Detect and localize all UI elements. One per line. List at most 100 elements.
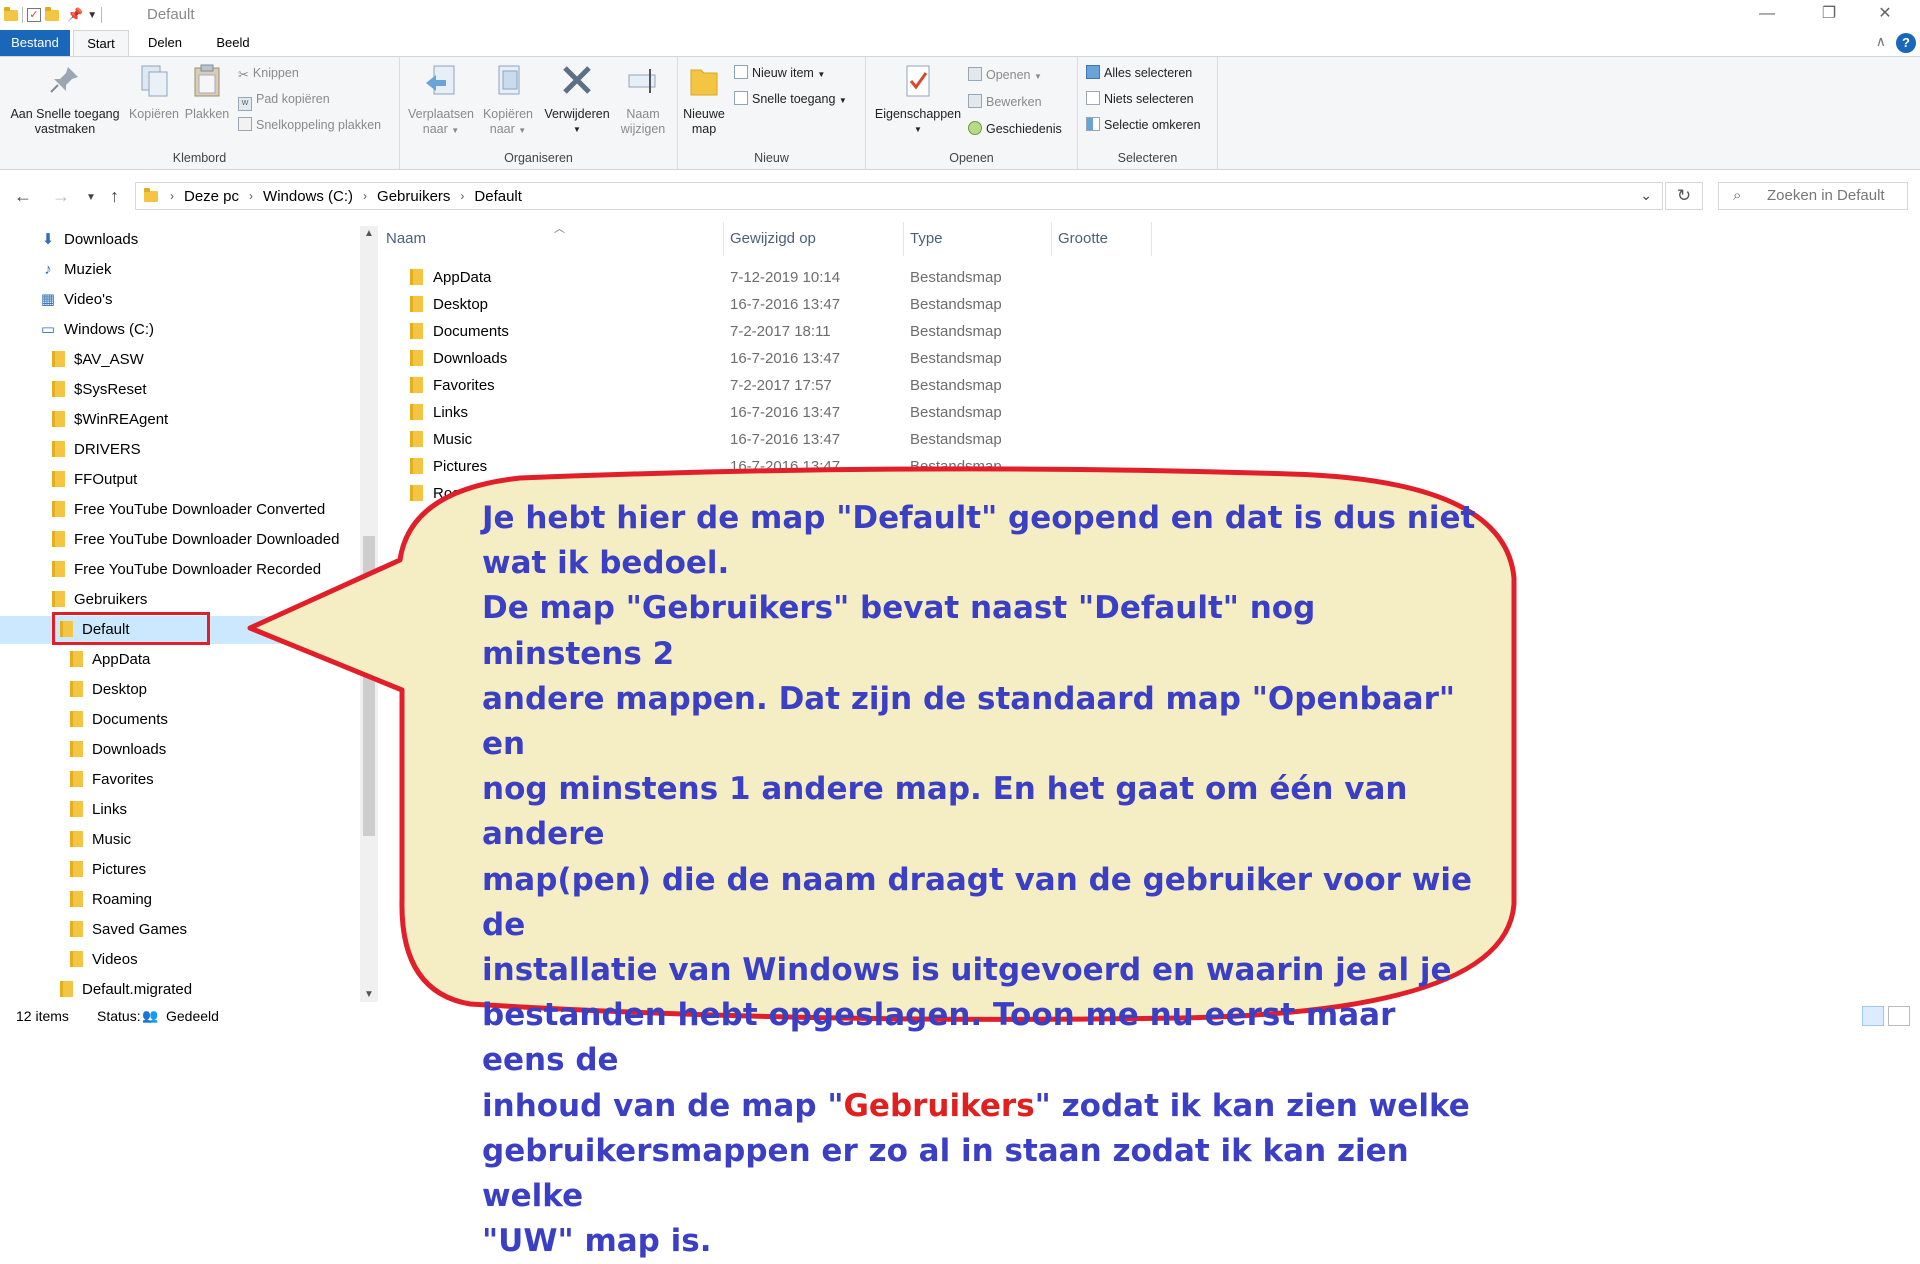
- scrollbar-thumb[interactable]: [363, 536, 375, 836]
- column-header-type[interactable]: Type: [904, 222, 1052, 256]
- column-header-naam[interactable]: Naam: [380, 222, 724, 256]
- breadcrumb-separator-icon[interactable]: ›: [456, 189, 468, 203]
- nav-item[interactable]: ▭ Windows (C:): [40, 316, 154, 344]
- group-label-organiseren: Organiseren: [504, 151, 573, 165]
- nav-item[interactable]: Saved Games: [70, 916, 187, 944]
- group-selecteren: Alles selecteren Niets selecteren Select…: [1078, 57, 1218, 169]
- details-view-button[interactable]: [1862, 1006, 1884, 1026]
- properties-button[interactable]: Eigenschappen ▼: [870, 63, 966, 137]
- nav-item[interactable]: Default.migrated: [60, 976, 192, 1002]
- column-header-grootte[interactable]: Grootte: [1052, 222, 1152, 256]
- open-button[interactable]: Openen ▼: [968, 65, 1042, 85]
- nav-item[interactable]: Pictures: [70, 856, 146, 884]
- nav-item[interactable]: Documents: [70, 706, 168, 734]
- rename-button[interactable]: Naam wijzigen: [614, 63, 672, 137]
- table-row[interactable]: Links 16-7-2016 13:47 Bestandsmap: [380, 399, 1280, 426]
- copy-button[interactable]: Kopiëren: [126, 63, 182, 122]
- nav-item[interactable]: ⬇ Downloads: [40, 226, 139, 254]
- table-row[interactable]: Pictures 16-7-2016 13:47 Bestandsmap: [380, 453, 1280, 480]
- large-icons-view-button[interactable]: [1888, 1006, 1910, 1026]
- nav-item[interactable]: AppData: [70, 646, 150, 674]
- address-bar[interactable]: › Deze pc › Windows (C:) › Gebruikers › …: [135, 182, 1663, 210]
- minimize-button[interactable]: —: [1744, 0, 1790, 30]
- table-row[interactable]: Desktop 16-7-2016 13:47 Bestandsmap: [380, 291, 1280, 318]
- nav-item[interactable]: Desktop: [70, 676, 147, 704]
- nav-item[interactable]: Music: [70, 826, 131, 854]
- easy-access-button[interactable]: Snelle toegang ▼: [734, 89, 847, 109]
- breadcrumb-windows-c[interactable]: Windows (C:): [257, 188, 359, 205]
- ribbon-tabs: Bestand Start Delen Beeld ∧ ?: [0, 30, 1920, 56]
- select-none-button[interactable]: Niets selecteren: [1086, 89, 1194, 109]
- tab-beeld[interactable]: Beeld: [208, 30, 258, 56]
- nav-item[interactable]: Downloads: [70, 736, 166, 764]
- table-row[interactable]: Favorites 7-2-2017 17:57 Bestandsmap: [380, 372, 1280, 399]
- scroll-up-arrow-icon[interactable]: ▲: [360, 228, 378, 239]
- table-row[interactable]: Documents 7-2-2017 18:11 Bestandsmap: [380, 318, 1280, 345]
- breadcrumb-separator-icon[interactable]: ›: [166, 189, 178, 203]
- history-label: Geschiedenis: [986, 122, 1062, 136]
- nav-item[interactable]: Links: [70, 796, 127, 824]
- folder-icon: [410, 485, 423, 501]
- table-row[interactable]: AppData 7-12-2019 10:14 Bestandsmap: [380, 264, 1280, 291]
- up-arrow-icon[interactable]: ↑: [110, 186, 119, 207]
- nav-item[interactable]: Favorites: [70, 766, 154, 794]
- nav-item-label: DRIVERS: [74, 441, 141, 458]
- move-to-button[interactable]: Verplaatsen naar ▼: [404, 63, 478, 138]
- table-row[interactable]: Downloads 16-7-2016 13:47 Bestandsmap: [380, 345, 1280, 372]
- breadcrumb-gebruikers[interactable]: Gebruikers: [371, 188, 456, 205]
- paste-shortcut-button[interactable]: Snelkoppeling plakken: [238, 115, 381, 135]
- properties-qat-icon[interactable]: ✓: [27, 8, 41, 22]
- new-folder-qat-icon[interactable]: [45, 6, 59, 21]
- breadcrumb-default[interactable]: Default: [468, 188, 528, 205]
- nav-item[interactable]: Gebruikers: [52, 586, 147, 614]
- nav-item[interactable]: $WinREAgent: [52, 406, 168, 434]
- column-header-gewijzigd-op[interactable]: Gewijzigd op: [724, 222, 904, 256]
- customize-qat-chevron-icon[interactable]: ▼: [87, 10, 97, 21]
- tab-start[interactable]: Start: [73, 30, 129, 56]
- invert-selection-button[interactable]: Selectie omkeren: [1086, 115, 1201, 135]
- cut-button[interactable]: ✂ Knippen: [238, 63, 299, 83]
- forward-arrow-icon[interactable]: →: [52, 186, 70, 207]
- tab-bestand[interactable]: Bestand: [0, 30, 70, 56]
- breadcrumb-deze-pc[interactable]: Deze pc: [178, 188, 245, 205]
- table-row[interactable]: Music 16-7-2016 13:47 Bestandsmap: [380, 426, 1280, 453]
- nav-item[interactable]: Free YouTube Downloader Recorded: [52, 556, 321, 584]
- callout-message: Je hebt hier de map "Default" geopend en…: [482, 496, 1482, 1264]
- paste-button[interactable]: Plakken: [182, 63, 232, 122]
- address-dropdown-chevron-icon[interactable]: ⌄: [1640, 187, 1652, 204]
- nav-item[interactable]: $AV_ASW: [52, 346, 144, 374]
- nav-item[interactable]: Free YouTube Downloader Downloaded: [52, 526, 339, 554]
- group-label-openen: Openen: [949, 151, 994, 165]
- nav-item[interactable]: Free YouTube Downloader Converted: [52, 496, 325, 524]
- maximize-button[interactable]: ❐: [1806, 0, 1852, 30]
- breadcrumb-separator-icon[interactable]: ›: [245, 189, 257, 203]
- scroll-down-arrow-icon[interactable]: ▼: [360, 989, 378, 1000]
- nav-item[interactable]: Roaming: [70, 886, 152, 914]
- navigation-scrollbar[interactable]: ▲ ▼: [360, 226, 378, 1002]
- tab-delen[interactable]: Delen: [135, 30, 195, 56]
- edit-button[interactable]: Bewerken: [968, 92, 1042, 112]
- help-button[interactable]: ?: [1896, 33, 1916, 53]
- nav-item[interactable]: DRIVERS: [52, 436, 141, 464]
- select-all-button[interactable]: Alles selecteren: [1086, 63, 1192, 83]
- collapse-ribbon-icon[interactable]: ∧: [1876, 33, 1886, 50]
- new-folder-button[interactable]: Nieuwe map: [678, 63, 730, 137]
- nav-item[interactable]: $SysReset: [52, 376, 147, 404]
- new-item-button[interactable]: Nieuw item ▼: [734, 63, 825, 83]
- refresh-button[interactable]: ↻: [1665, 182, 1703, 210]
- delete-button[interactable]: Verwijderen ▼: [540, 63, 614, 137]
- pin-quick-access-button[interactable]: Aan Snelle toegang vastmaken: [6, 63, 124, 137]
- nav-item[interactable]: Videos: [70, 946, 138, 974]
- history-button[interactable]: Geschiedenis: [968, 119, 1062, 139]
- nav-item[interactable]: ♪ Muziek: [40, 256, 111, 284]
- pin-qat-icon[interactable]: 📌: [67, 7, 83, 23]
- nav-item[interactable]: ▦ Video's: [40, 286, 113, 314]
- copy-path-button[interactable]: W Pad kopiëren: [238, 89, 330, 111]
- copy-to-button[interactable]: Kopiëren naar ▼: [478, 63, 538, 138]
- nav-item[interactable]: FFOutput: [52, 466, 137, 494]
- back-arrow-icon[interactable]: ←: [14, 186, 32, 207]
- search-input[interactable]: ⌕ Zoeken in Default: [1718, 182, 1908, 210]
- close-button[interactable]: ✕: [1862, 0, 1908, 30]
- breadcrumb-separator-icon[interactable]: ›: [359, 189, 371, 203]
- recent-locations-chevron-icon[interactable]: ▼: [86, 192, 96, 203]
